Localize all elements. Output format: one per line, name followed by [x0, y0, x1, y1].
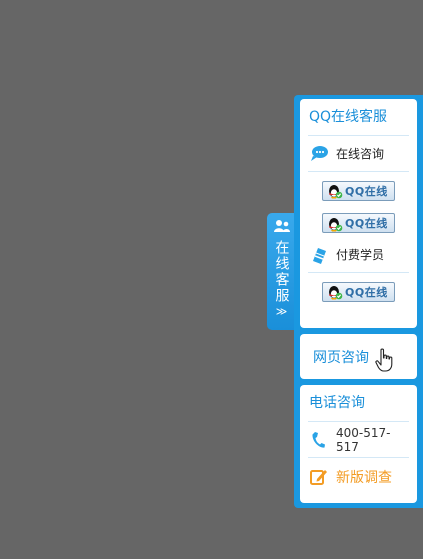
qq-online-button[interactable]: QQ在线	[322, 281, 395, 302]
qq-penguin-icon	[329, 217, 343, 231]
tab-label: 在线客服	[273, 240, 290, 304]
survey-row[interactable]: 新版调查	[300, 458, 417, 496]
qq-button-label: QQ在线	[345, 184, 388, 198]
customer-service-tab[interactable]: 在线客服 ≫	[267, 213, 296, 330]
qq-button-row: QQ在线	[300, 273, 417, 310]
qq-button-label: QQ在线	[345, 285, 388, 299]
web-consult-link[interactable]: 网页咨询	[300, 334, 417, 379]
survey-link[interactable]: 新版调查	[336, 467, 392, 487]
web-consult-card: 网页咨询	[300, 334, 417, 379]
paid-student-label: 付费学员	[336, 248, 385, 262]
qq-penguin-icon	[329, 286, 343, 300]
online-consult-label: 在线咨询	[336, 147, 385, 161]
edit-note-icon	[310, 470, 327, 485]
phone-row: 400-517-517	[300, 422, 417, 457]
hand-pointer-icon	[375, 348, 393, 372]
qq-button-row: QQ在线	[300, 172, 417, 209]
phone-consult-title: 电话咨询	[309, 395, 365, 411]
web-consult-label: 网页咨询	[313, 349, 369, 366]
online-consult-row: 在线咨询	[300, 136, 417, 171]
paid-student-row: 付费学员	[300, 237, 417, 272]
qq-online-button[interactable]: QQ在线	[322, 213, 395, 233]
qq-penguin-icon	[329, 185, 343, 199]
phone-consult-card: 电话咨询 400-517-517 新版调查	[300, 385, 417, 503]
qq-button-label: QQ在线	[345, 217, 388, 230]
qq-online-button[interactable]: QQ在线	[322, 180, 395, 201]
users-icon	[273, 220, 290, 232]
phone-number: 400-517-517	[336, 425, 391, 454]
qq-button-row: QQ在线	[300, 209, 417, 237]
phone-icon	[312, 431, 325, 448]
double-chevron-right-icon: ≫	[275, 305, 288, 318]
qq-service-card: QQ在线客服 在线咨询 QQ在线 QQ在线 付费学员 QQ在线	[300, 99, 417, 328]
credit-card-icon	[313, 247, 326, 264]
service-panel: QQ在线客服 在线咨询 QQ在线 QQ在线 付费学员 QQ在线 网页咨询 电话咨…	[294, 95, 423, 508]
chat-bubble-icon	[311, 145, 328, 161]
qq-service-title: QQ在线客服	[309, 109, 388, 125]
